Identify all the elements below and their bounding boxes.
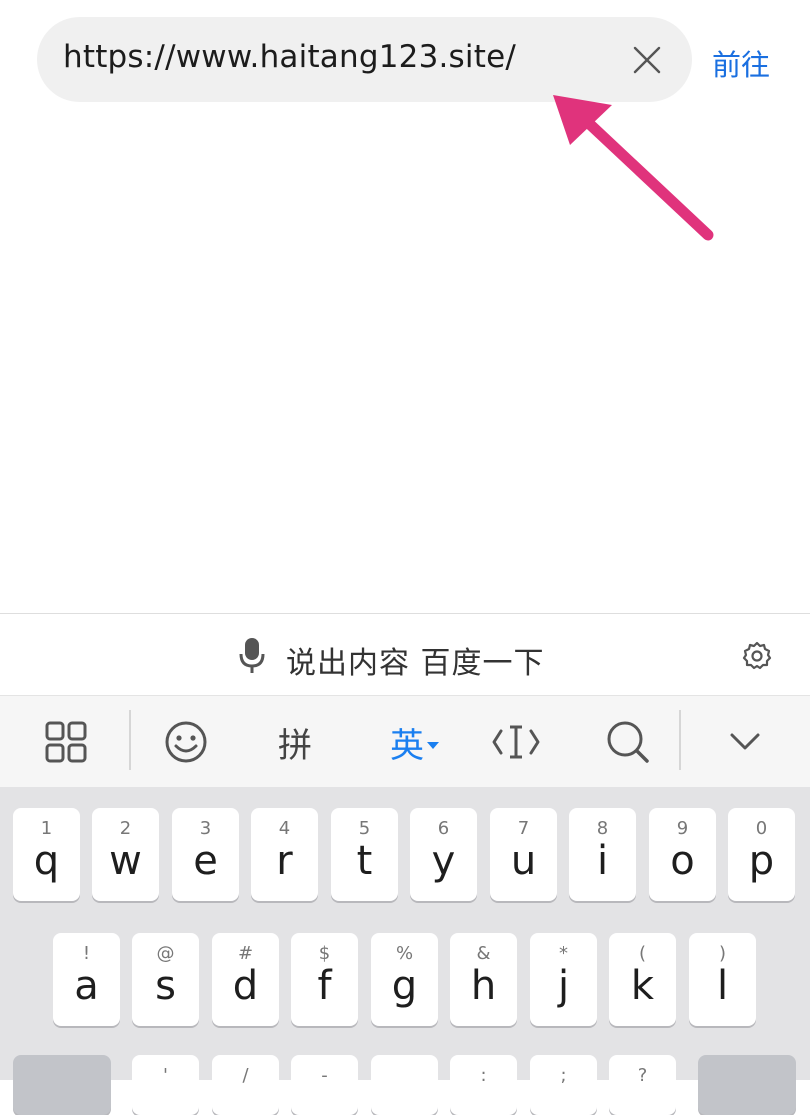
key-row3[interactable]: : (450, 1055, 517, 1115)
key-row3[interactable]: ' (132, 1055, 199, 1115)
toolbar-divider (129, 710, 131, 770)
key-w[interactable]: 2 w (92, 808, 159, 901)
key-label: j (557, 963, 570, 1009)
key-hint: : (480, 1065, 487, 1086)
gear-icon[interactable] (741, 640, 773, 672)
english-label: 英 (390, 725, 424, 766)
microphone-icon[interactable] (236, 636, 268, 676)
key-y[interactable]: 6 y (410, 808, 477, 901)
key-label: w (109, 838, 142, 884)
key-i[interactable]: 8 i (569, 808, 636, 901)
keyboard: 1 q 2 w 3 e 4 r 5 t 6 y 7 u 8 i 9 o 0 p … (0, 787, 810, 1115)
key-p[interactable]: 0 p (728, 808, 795, 901)
pinyin-label: 拼 (278, 725, 312, 766)
annotation-arrow (553, 95, 714, 241)
key-label: f (317, 963, 332, 1009)
key-label: o (670, 838, 695, 884)
key-s[interactable]: @ s (132, 933, 199, 1026)
voice-prompt-text: 说出内容 百度一下 (286, 646, 545, 681)
key-label: s (155, 963, 176, 1009)
cursor-icon[interactable] (490, 696, 542, 788)
key-k[interactable]: ( k (609, 933, 676, 1026)
key-label: r (276, 838, 293, 884)
english-mode-button[interactable]: 英 (380, 696, 450, 788)
key-label: d (232, 963, 259, 1009)
key-hint: ' (163, 1065, 168, 1086)
key-l[interactable]: ) l (689, 933, 756, 1026)
key-a[interactable]: ! a (53, 933, 120, 1026)
key-hint: - (321, 1065, 328, 1086)
key-row3[interactable] (371, 1055, 438, 1115)
key-label: l (716, 963, 729, 1009)
key-d[interactable]: # d (212, 933, 279, 1026)
key-g[interactable]: % g (371, 933, 438, 1026)
key-h[interactable]: & h (450, 933, 517, 1026)
key-label: h (470, 963, 497, 1009)
key-label: p (748, 838, 775, 884)
key-label: q (33, 838, 60, 884)
backspace-key[interactable] (698, 1055, 796, 1115)
key-hint: ; (560, 1065, 567, 1086)
key-label: t (356, 838, 373, 884)
pinyin-mode-button[interactable]: 拼 (265, 696, 325, 788)
key-r[interactable]: 4 r (251, 808, 318, 901)
key-e[interactable]: 3 e (172, 808, 239, 901)
key-label: a (74, 963, 99, 1009)
key-j[interactable]: * j (530, 933, 597, 1026)
key-hint: ? (637, 1065, 648, 1086)
key-o[interactable]: 9 o (649, 808, 716, 901)
ime-toolbar: 拼 英 (0, 695, 810, 788)
close-icon[interactable] (632, 45, 662, 75)
key-row3[interactable]: / (212, 1055, 279, 1115)
key-label: e (193, 838, 218, 884)
go-button[interactable]: 前往 (712, 42, 770, 84)
toolbar-divider (679, 710, 681, 770)
grid-icon[interactable] (36, 696, 96, 788)
key-label: y (431, 838, 456, 884)
shift-key[interactable] (13, 1055, 111, 1115)
emoji-icon[interactable] (158, 696, 214, 788)
key-label: g (391, 963, 418, 1009)
key-row3[interactable]: - (291, 1055, 358, 1115)
key-f[interactable]: $ f (291, 933, 358, 1026)
voice-input-bar[interactable]: 说出内容 百度一下 (0, 613, 810, 696)
key-q[interactable]: 1 q (13, 808, 80, 901)
key-label: u (510, 838, 537, 884)
key-hint: / (242, 1065, 249, 1086)
key-row3[interactable]: ; (530, 1055, 597, 1115)
search-icon[interactable] (602, 696, 654, 788)
key-t[interactable]: 5 t (331, 808, 398, 901)
key-label: i (596, 838, 609, 884)
chevron-down-icon[interactable] (720, 696, 770, 788)
key-label: k (630, 963, 655, 1009)
key-row3[interactable]: ? (609, 1055, 676, 1115)
key-u[interactable]: 7 u (490, 808, 557, 901)
caret-down-icon (427, 742, 439, 749)
url-input[interactable]: https://www.haitang123.site/ (63, 39, 516, 75)
